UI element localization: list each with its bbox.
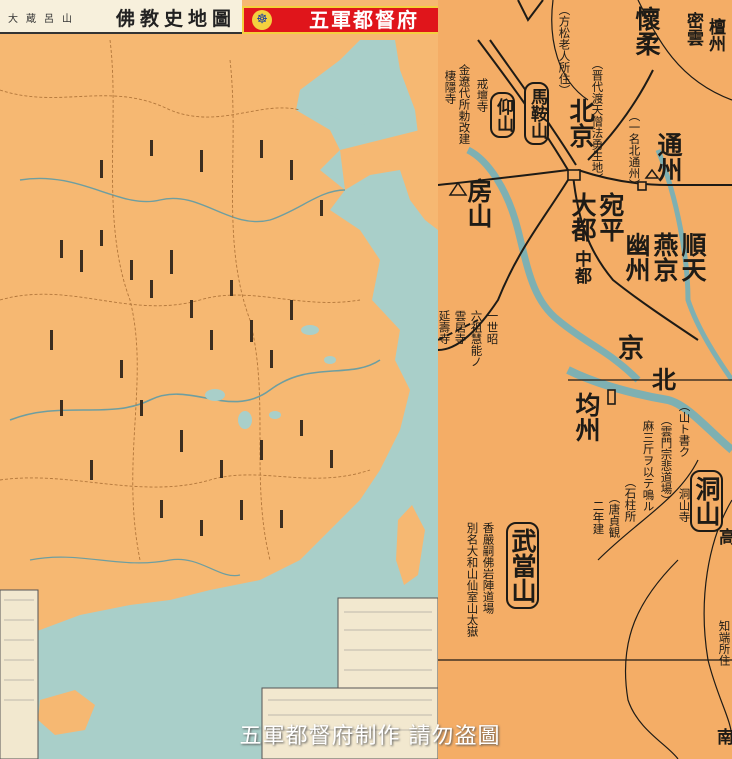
label-yunjusi: 雲居寺: [453, 310, 468, 345]
detail-map[interactable]: 懷柔 檀州 密雲 通州 （一名北通州） 北京 （晋代渡天僧法勇生地） （方松老人…: [438, 0, 732, 759]
label-wudangshan: 武當山: [506, 522, 539, 609]
label-wanping: 宛平: [596, 192, 625, 242]
series-label: 大蔵呂山: [8, 14, 80, 25]
label-ernianjian: 二年建: [591, 500, 606, 535]
watermark-text: 五軍都督府制作 請勿盗圖: [239, 724, 501, 749]
label-maniute: 麻三斤ヲ以テ鳴ル: [641, 420, 656, 512]
label-fangsong: （方松老人所住）: [557, 4, 572, 96]
label-beijing: 北京: [566, 98, 595, 148]
map-title-bar: 大蔵呂山 佛教史地圖: [0, 0, 242, 34]
yongding-river: [466, 146, 641, 383]
label-huairou: 懷柔: [632, 6, 661, 56]
map-title: 佛教史地圖: [115, 8, 236, 30]
label-yanjing: 燕京: [650, 232, 679, 282]
label-bei: 北: [652, 365, 676, 394]
label-tangzhenguan: （唐貞観: [607, 492, 622, 538]
label-qiyinsi: 棲隱寺: [443, 70, 458, 105]
label-nan: 南: [713, 728, 732, 745]
label-zhiduan: 知端所住: [717, 620, 732, 666]
label-shizhao: 一世昭: [485, 310, 500, 345]
label-tongzhou: 通州: [654, 132, 683, 182]
banner-text: 五軍都督府: [309, 8, 419, 32]
label-dongshan-note: （雲門宗悲道場）: [659, 414, 674, 506]
yellow-river: [19, 177, 346, 223]
dragon-emblem-icon: ☸: [252, 10, 272, 30]
label-shan-note: （山ト書ク: [677, 400, 692, 458]
lakes: [205, 325, 336, 429]
pearl-river: [29, 556, 241, 577]
label-tanzhou: 檀州: [705, 18, 725, 52]
yangtze-river: [9, 359, 381, 421]
label-yanshousi: 延壽寺: [438, 310, 452, 345]
label-wudang-alias: 別名大和山仙室山太嶽: [465, 522, 480, 637]
label-dadu: 大都: [568, 192, 597, 242]
label-zhongdu: 中都: [571, 250, 591, 284]
label-maanshan: 馬鞍山: [524, 82, 549, 145]
place-name-marks: [50, 140, 333, 536]
label-jinliao: 金遼代所勅改建: [457, 64, 472, 145]
label-jietaisi: 戒壇寺: [475, 78, 490, 113]
label-liuzu: 六祖慧能ノ: [469, 310, 484, 368]
overview-map[interactable]: [0, 0, 438, 759]
label-shuntian: 順天: [678, 232, 707, 282]
label-dongshan: 洞山: [690, 470, 723, 532]
label-yangshan: 仰山: [490, 92, 515, 138]
label-dongshansi: 洞山寺: [677, 488, 692, 523]
label-junzhou: 均州: [572, 392, 601, 442]
label-shixiang: （石柱所: [623, 476, 638, 522]
label-fangshan: 房山: [464, 178, 493, 228]
label-jin-note: （晋代渡天僧法勇生地）: [590, 58, 605, 185]
label-wudang-note: 香嚴嗣佛岩陣道場: [481, 522, 496, 614]
label-youzhou: 幽州: [622, 232, 651, 282]
overview-map-graphic: [0, 39, 438, 759]
label-gao: 高: [715, 528, 732, 545]
label-tongzhou-alias: （一名北通州）: [627, 110, 642, 191]
label-jing: 京: [618, 334, 645, 364]
label-miyun: 密雲: [683, 12, 703, 46]
